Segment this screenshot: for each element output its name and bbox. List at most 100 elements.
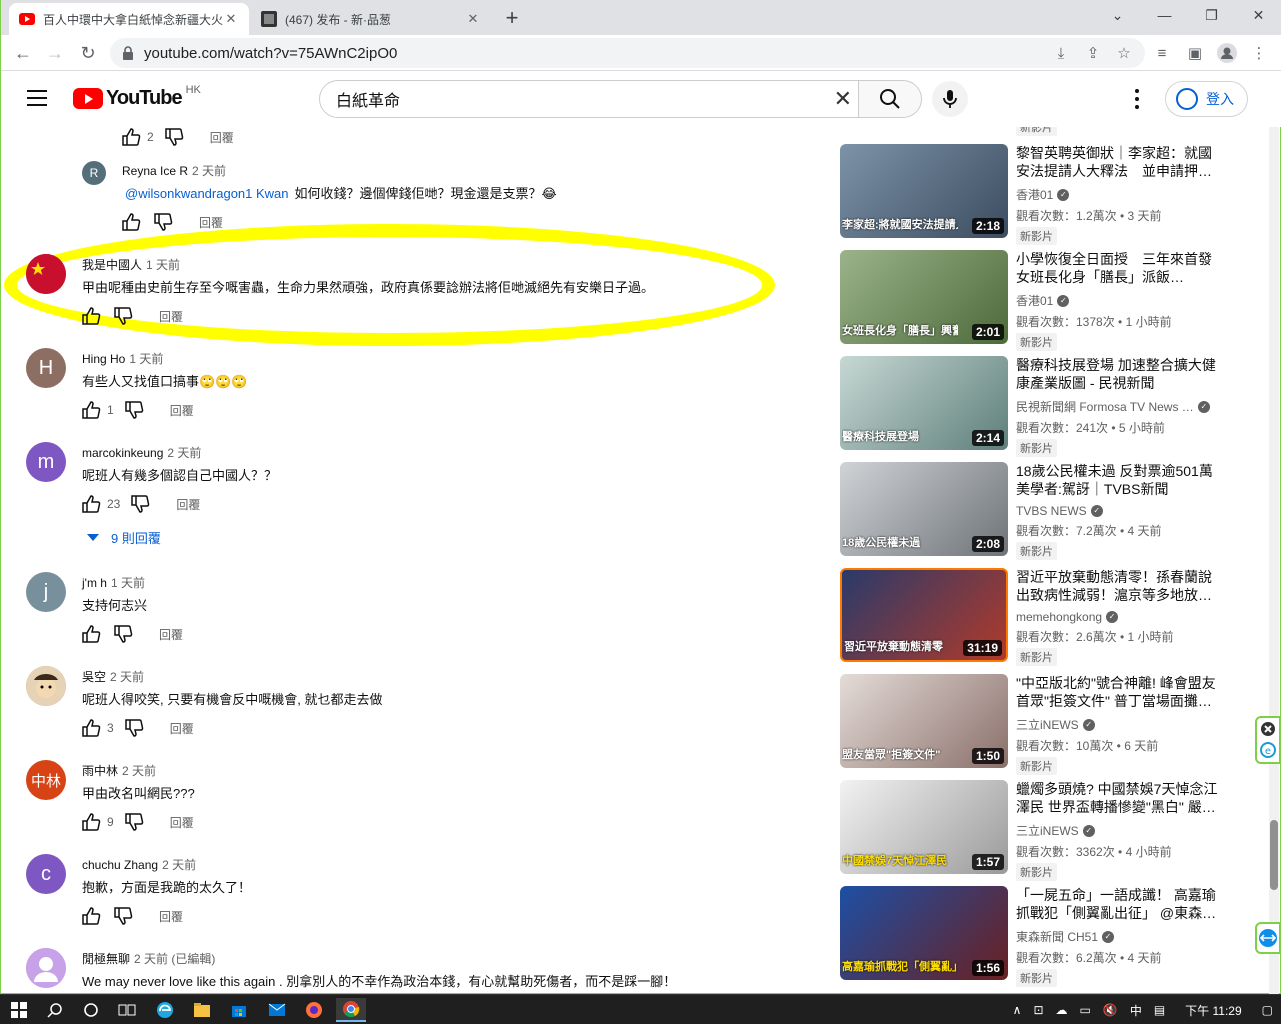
- volume-muted-icon[interactable]: 🔇: [1103, 1003, 1118, 1017]
- profile-icon[interactable]: [1213, 39, 1241, 67]
- channel-name[interactable]: memehongkong ✓: [1016, 610, 1221, 624]
- thumbs-down-icon[interactable]: [153, 212, 173, 232]
- teamviewer-icon[interactable]: [1255, 922, 1281, 954]
- clear-search-icon[interactable]: ✕: [834, 88, 852, 110]
- extension-panel[interactable]: e: [1255, 716, 1281, 764]
- tray-chevron-icon[interactable]: ∧: [1013, 1003, 1022, 1017]
- video-title[interactable]: 小學恢復全日面授 三年來首發 女班長化身「膳長」派飯…: [1016, 250, 1221, 286]
- channel-name[interactable]: 民視新聞網 Formosa TV News … ✓: [1016, 398, 1221, 415]
- avatar[interactable]: [26, 948, 66, 988]
- view-replies-button[interactable]: 9 則回覆: [87, 528, 161, 547]
- video-item[interactable]: 習近平放棄動態清零 31:19 習近平放棄動態清零！孫春蘭說出致病性減弱！滬京等…: [839, 568, 1229, 668]
- back-icon[interactable]: ←: [9, 39, 37, 67]
- comment-author[interactable]: Hing Ho 1 天前: [82, 350, 163, 367]
- video-item[interactable]: 18歲公民權未過 2:08 18歲公民權未過 反對票逾501萬 美學者:駕訝｜T…: [839, 462, 1229, 562]
- input-mode-icon[interactable]: ▤: [1154, 1003, 1165, 1017]
- onedrive-icon[interactable]: ☁: [1056, 1003, 1068, 1017]
- tab-close-icon[interactable]: ✕: [223, 11, 239, 27]
- channel-name[interactable]: 香港01 ✓: [1016, 186, 1221, 203]
- comment-author[interactable]: 閒極無聊 2 天前 (已編輯): [82, 950, 215, 967]
- edge-icon[interactable]: [150, 998, 180, 1022]
- reply-button[interactable]: 回覆: [170, 402, 194, 419]
- bookmark-star-icon[interactable]: ☆: [1110, 39, 1138, 67]
- display-icon[interactable]: ▭: [1080, 1003, 1091, 1017]
- video-title[interactable]: 18歲公民權未過 反對票逾501萬 美學者:駕訝｜TVBS新聞: [1016, 462, 1221, 498]
- comment-author[interactable]: 我是中國人 1 天前: [82, 256, 180, 273]
- thumbs-down-icon[interactable]: [124, 812, 144, 832]
- avatar[interactable]: 中林: [26, 760, 66, 800]
- scrollbar-thumb[interactable]: [1270, 820, 1278, 890]
- reply-button[interactable]: 回覆: [199, 214, 223, 231]
- video-thumbnail[interactable]: 中國禁娛7天悼江澤民 1:57: [840, 780, 1008, 874]
- tab-search-icon[interactable]: ⌄: [1094, 0, 1141, 32]
- thumbs-up-icon[interactable]: [121, 127, 141, 147]
- thumbs-down-icon[interactable]: [124, 400, 144, 420]
- reply-button[interactable]: 回覆: [176, 496, 200, 513]
- search-input[interactable]: 白紙革命 ✕: [319, 80, 859, 118]
- forward-icon[interactable]: →: [41, 39, 69, 67]
- share-icon[interactable]: ⇪: [1079, 39, 1107, 67]
- address-bar[interactable]: youtube.com/watch?v=75AWnC2ipO0: [110, 38, 1145, 68]
- channel-name[interactable]: 三立iNEWS ✓: [1016, 822, 1221, 839]
- avatar[interactable]: R: [82, 161, 106, 185]
- reply-button[interactable]: 回覆: [159, 626, 183, 643]
- video-thumbnail[interactable]: 習近平放棄動態清零 31:19: [840, 568, 1008, 662]
- tab-youtube[interactable]: 百人中環中大拿白紙悼念新疆大火 ✕: [9, 3, 249, 35]
- sign-in-button[interactable]: 登入: [1165, 81, 1248, 117]
- video-title[interactable]: 黎智英聘英御狀｜李家超：就國安法提請人大釋法 並申請押…: [1016, 144, 1221, 180]
- mail-icon[interactable]: [262, 998, 292, 1022]
- minimize-icon[interactable]: —: [1141, 0, 1188, 32]
- channel-name[interactable]: 香港01 ✓: [1016, 292, 1221, 309]
- video-title[interactable]: 醫療科技展登場 加速整合擴大健康產業版圖 - 民視新聞: [1016, 356, 1221, 392]
- thumbs-up-icon[interactable]: [81, 906, 101, 926]
- reload-icon[interactable]: ↻: [74, 39, 102, 67]
- avatar[interactable]: c: [26, 854, 66, 894]
- thumbs-up-icon[interactable]: [81, 812, 101, 832]
- video-item[interactable]: 女班長化身「膳長」興奮 2:01 小學恢復全日面授 三年來首發 女班長化身「膳長…: [839, 250, 1229, 351]
- video-title[interactable]: "中亞版北約"號合神離! 峰會盟友首眾"拒簽文件" 普丁當場面攤…: [1016, 674, 1221, 710]
- video-thumbnail[interactable]: 18歲公民權未過 2:08: [840, 462, 1008, 556]
- store-icon[interactable]: [224, 998, 254, 1022]
- video-thumbnail[interactable]: 女班長化身「膳長」興奮 2:01: [840, 250, 1008, 344]
- voice-search-button[interactable]: [932, 81, 968, 117]
- task-view-icon[interactable]: [112, 998, 142, 1022]
- media-control-icon[interactable]: ≡: [1148, 39, 1176, 67]
- thumbs-down-icon[interactable]: [113, 306, 133, 326]
- mention-link[interactable]: @wilsonkwandragon1 Kwan: [125, 186, 289, 201]
- channel-name[interactable]: TVBS NEWS ✓: [1016, 504, 1221, 518]
- reply-button[interactable]: 回覆: [210, 129, 234, 146]
- channel-name[interactable]: 東森新聞 CH51 ✓: [1016, 928, 1221, 945]
- avatar[interactable]: m: [26, 442, 66, 482]
- thumbs-down-icon[interactable]: [130, 494, 150, 514]
- video-title[interactable]: 習近平放棄動態清零！孫春蘭說出致病性減弱！滬京等多地放…: [1016, 568, 1221, 604]
- reply-button[interactable]: 回覆: [159, 908, 183, 925]
- cortana-icon[interactable]: [76, 998, 106, 1022]
- notification-icon[interactable]: ▢: [1262, 1003, 1273, 1017]
- thumbs-down-icon[interactable]: [164, 127, 184, 147]
- windows-start-icon[interactable]: [4, 998, 34, 1022]
- clock[interactable]: 下午 11:29: [1185, 1002, 1241, 1019]
- search-icon[interactable]: [40, 998, 70, 1022]
- thumbs-down-icon[interactable]: [113, 624, 133, 644]
- avatar[interactable]: H: [26, 348, 66, 388]
- ime-indicator[interactable]: 中: [1130, 1002, 1142, 1019]
- video-item[interactable]: 盟友當眾"拒簽文件" 1:50 "中亞版北約"號合神離! 峰會盟友首眾"拒簽文件…: [839, 674, 1229, 775]
- avatar[interactable]: j: [26, 572, 66, 612]
- thumbs-up-icon[interactable]: [81, 306, 101, 326]
- reply-button[interactable]: 回覆: [159, 308, 183, 325]
- video-item[interactable]: 李家超:將就國安法提請人大釋法 2:18 黎智英聘英御狀｜李家超：就國安法提請人…: [839, 144, 1229, 245]
- close-window-icon[interactable]: ✕: [1235, 0, 1281, 32]
- firefox-icon[interactable]: [299, 998, 329, 1022]
- thumbs-up-icon[interactable]: [81, 494, 101, 514]
- side-panel-icon[interactable]: ▣: [1181, 39, 1209, 67]
- comment-author[interactable]: marcokinkeung 2 天前: [82, 444, 201, 461]
- search-button[interactable]: [858, 80, 922, 118]
- comment-author[interactable]: Reyna Ice R2 天前: [122, 162, 226, 179]
- youtube-logo[interactable]: YouTube HK: [73, 84, 201, 110]
- thumbs-up-icon[interactable]: [81, 624, 101, 644]
- reply-button[interactable]: 回覆: [170, 814, 194, 831]
- file-explorer-icon[interactable]: [187, 998, 217, 1022]
- video-title[interactable]: 「一屍五命」一語成讖！ 高嘉瑜抓戰犯「側翼亂出征」 @東森…: [1016, 886, 1221, 922]
- video-thumbnail[interactable]: 盟友當眾"拒簽文件" 1:50: [840, 674, 1008, 768]
- menu-icon[interactable]: [27, 90, 47, 106]
